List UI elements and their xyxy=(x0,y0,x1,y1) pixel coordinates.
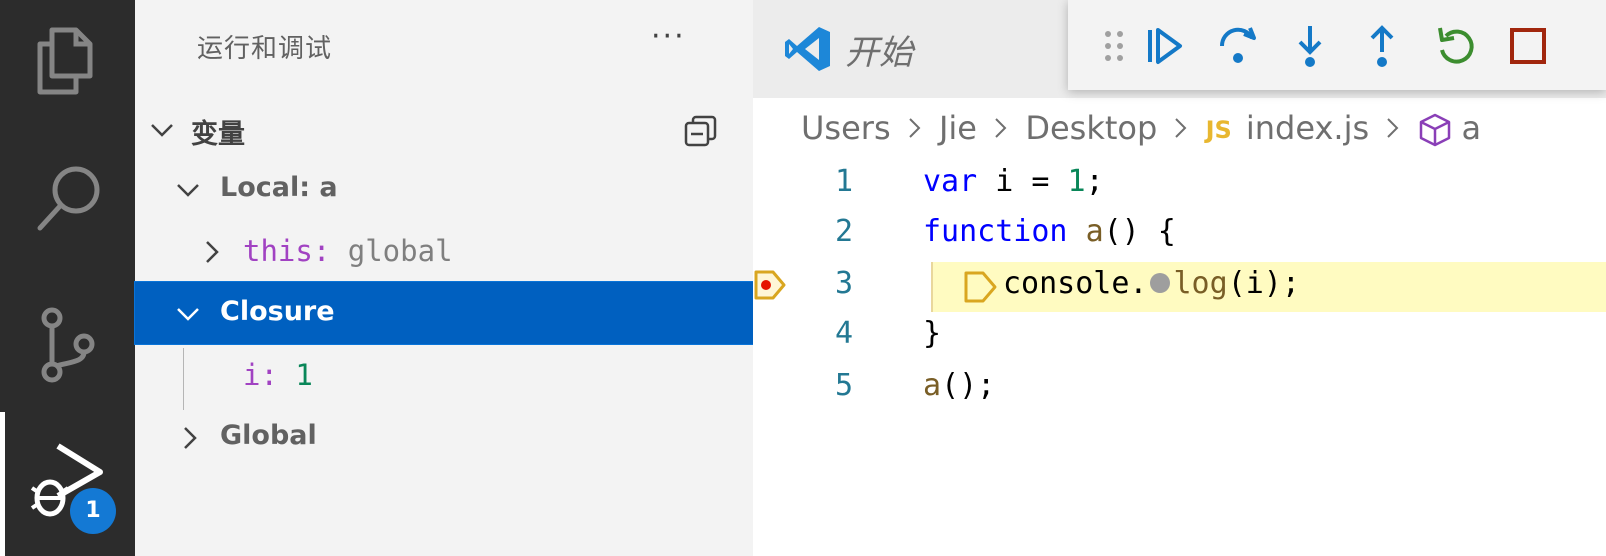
variables-section-label: 变量 xyxy=(191,119,245,150)
tab-bar: 开始 xyxy=(753,0,1606,98)
variable-name: i xyxy=(243,358,261,392)
code-line[interactable]: var i = 1; xyxy=(923,164,1104,199)
chevron-right-icon xyxy=(1175,118,1187,138)
js-file-icon: JS xyxy=(1205,116,1232,144)
search-button[interactable] xyxy=(0,138,135,248)
variable-value: global xyxy=(347,234,453,268)
editor: 开始 Users Jie Desktop JS index.js a 1 2 3… xyxy=(753,0,1606,556)
breakpoint-stopped-icon[interactable] xyxy=(753,268,787,302)
breadcrumb-symbol-label: a xyxy=(1461,108,1482,147)
chevron-right-icon xyxy=(206,241,219,263)
code-line[interactable]: a(); xyxy=(923,368,995,403)
activity-bar: 1 xyxy=(0,0,135,556)
more-actions-button[interactable]: ··· xyxy=(651,22,686,52)
vscode-logo-icon xyxy=(785,27,830,71)
tab-title: 开始 xyxy=(845,33,913,73)
line-number: 1 xyxy=(834,164,853,199)
breadcrumb-file[interactable]: JS index.js xyxy=(1206,109,1370,147)
chevron-right-icon xyxy=(1387,118,1399,138)
variable-entry: this: global xyxy=(243,234,453,268)
scope-label: Global xyxy=(220,420,317,451)
inline-breakpoint-stopped-icon[interactable] xyxy=(963,270,999,304)
sidebar-title: 运行和调试 xyxy=(197,34,333,64)
scope-closure[interactable]: Closure xyxy=(134,281,754,345)
drag-handle-icon[interactable] xyxy=(1090,22,1138,70)
code-line[interactable]: function a() { xyxy=(923,214,1176,249)
breadcrumb-item[interactable]: Users xyxy=(801,109,891,147)
collapse-all-icon[interactable] xyxy=(683,113,719,149)
continue-icon[interactable] xyxy=(1140,22,1188,70)
variable-value: 1 xyxy=(295,358,313,392)
line-number: 2 xyxy=(834,214,853,249)
breadcrumb-file-label: index.js xyxy=(1245,109,1370,147)
chevron-down-icon xyxy=(151,124,173,137)
breadcrumb-item[interactable]: Desktop xyxy=(1025,109,1157,147)
tab-start[interactable]: 开始 xyxy=(753,0,1053,98)
symbol-method-icon xyxy=(1420,113,1451,146)
step-into-icon[interactable] xyxy=(1286,22,1334,70)
tree-indent-guide xyxy=(183,348,184,410)
scope-global[interactable]: Global xyxy=(135,406,753,468)
chevron-right-icon xyxy=(995,118,1007,138)
scope-local[interactable]: Local: a xyxy=(135,158,753,220)
variable-this[interactable]: this: global xyxy=(135,220,753,282)
source-control-button[interactable] xyxy=(0,276,135,386)
source-control-icon xyxy=(41,307,95,383)
line-number: 5 xyxy=(834,368,853,403)
breadcrumb: Users Jie Desktop JS index.js a xyxy=(801,107,1481,151)
stop-icon[interactable] xyxy=(1504,22,1552,70)
scope-label: Closure xyxy=(220,296,335,327)
chevron-right-icon xyxy=(184,427,197,449)
step-out-icon[interactable] xyxy=(1358,22,1406,70)
variable-name: this xyxy=(243,234,313,268)
restart-icon[interactable] xyxy=(1432,22,1480,70)
debug-toolbar xyxy=(1068,0,1606,90)
step-over-icon[interactable] xyxy=(1214,22,1262,70)
code-line-current[interactable]: console. log(i); xyxy=(1003,266,1300,301)
variable-i[interactable]: i: 1 xyxy=(135,344,753,406)
breadcrumb-item[interactable]: Jie xyxy=(939,109,977,147)
breadcrumb-symbol[interactable]: a xyxy=(1417,109,1481,148)
debug-badge: 1 xyxy=(70,488,116,534)
line-number: 4 xyxy=(834,316,853,351)
code-line[interactable]: } xyxy=(923,316,941,351)
chevron-down-icon xyxy=(177,308,199,321)
chevron-right-icon xyxy=(909,118,921,138)
line-number: 3 xyxy=(834,266,853,301)
search-icon xyxy=(37,166,100,231)
variable-entry: i: 1 xyxy=(243,358,313,392)
files-icon xyxy=(37,27,93,95)
scope-label: Local: a xyxy=(220,172,338,203)
explorer-button[interactable] xyxy=(0,0,135,110)
inline-breakpoint-hint-icon[interactable] xyxy=(1149,272,1170,293)
run-debug-sidebar: 运行和调试 ··· 变量 Local: a this: global Closu… xyxy=(134,0,754,556)
variables-section-header[interactable]: 变量 xyxy=(135,98,753,160)
chevron-down-icon xyxy=(177,184,199,197)
